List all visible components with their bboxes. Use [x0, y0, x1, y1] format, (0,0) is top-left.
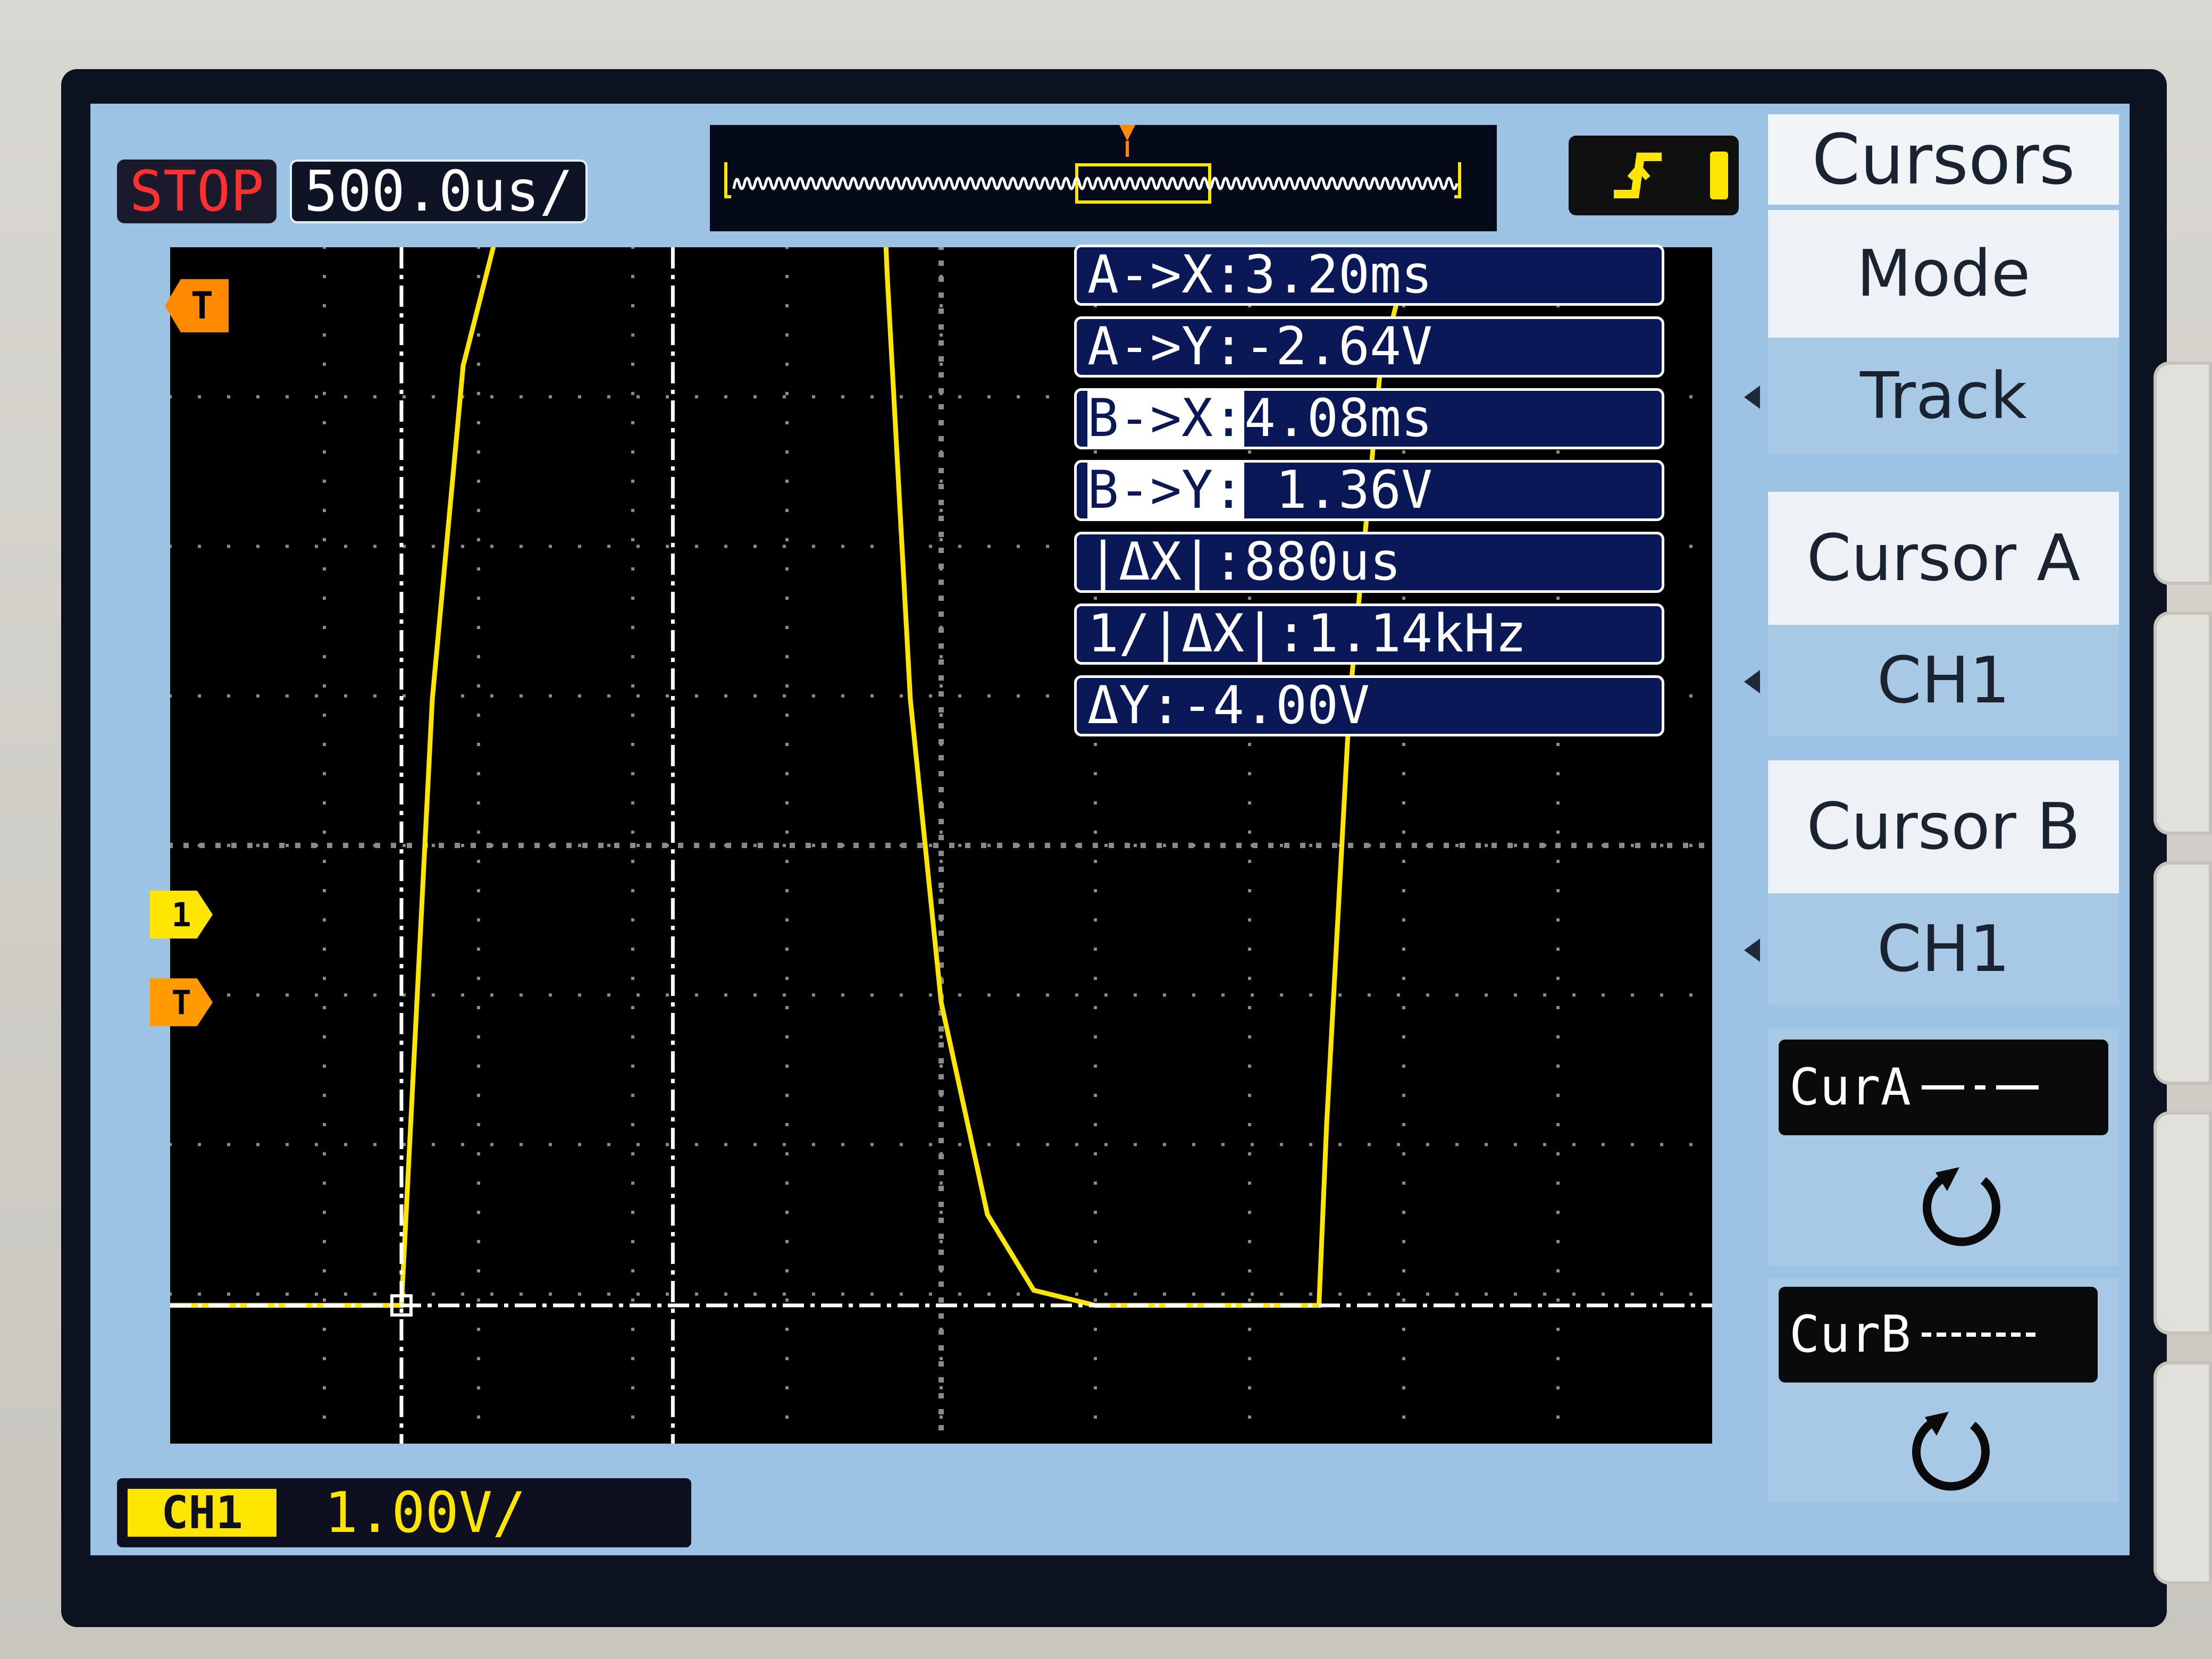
- cursor-measurements: A->X:3.20ms A->Y:-2.64V B->X:4.08ms B->Y: 1…: [1074, 245, 1664, 755]
- trigger-position-icon: [1119, 125, 1135, 141]
- trigger-status[interactable]: [1569, 136, 1739, 215]
- rotate-knob-icon-b: [1904, 1406, 1999, 1499]
- cursor-a-value[interactable]: CH1: [1768, 625, 2119, 736]
- mode-select-arrow-icon: [1744, 386, 1760, 409]
- measurement-row: |ΔX|:880us: [1074, 532, 1664, 593]
- timebase-readout: 500.0us/: [290, 159, 588, 224]
- mode-value[interactable]: Track: [1768, 338, 2119, 455]
- channel-scale-bar[interactable]: CH1 1.00V/: [117, 1478, 691, 1547]
- mode-label[interactable]: Mode: [1768, 210, 2119, 338]
- measurement-label: 1/|ΔX|:: [1087, 604, 1308, 664]
- measurement-value: -4.00V: [1182, 675, 1370, 736]
- measurement-row: A->Y:-2.64V: [1074, 316, 1664, 378]
- memory-waveform-preview: [724, 125, 1461, 204]
- cursor-a-label[interactable]: Cursor A: [1768, 492, 2119, 625]
- ch1-badge: CH1: [128, 1487, 276, 1539]
- measurement-row: B->X:4.08ms: [1074, 388, 1664, 449]
- menu-title: Cursors: [1768, 114, 2119, 205]
- cur-b-label: CurB: [1779, 1287, 2098, 1382]
- measurement-label: B->X:: [1087, 388, 1245, 449]
- measurement-label: B->Y:: [1087, 460, 1245, 521]
- memory-depth-bar: [710, 125, 1497, 231]
- cur-a-label: CurA: [1779, 1040, 2108, 1135]
- side-button-2[interactable]: [2154, 611, 2212, 835]
- measurement-row: A->X:3.20ms: [1074, 245, 1664, 306]
- measurement-label: |ΔX|:: [1087, 532, 1245, 592]
- side-button-3[interactable]: [2154, 861, 2212, 1085]
- cursor-b-label[interactable]: Cursor B: [1768, 760, 2119, 893]
- rotate-knob-icon: [1914, 1162, 2010, 1254]
- rising-edge-icon: [1614, 153, 1662, 198]
- cursor-b-value[interactable]: CH1: [1768, 893, 2119, 1005]
- measurement-row: 1/|ΔX|:1.14kHz: [1074, 604, 1664, 665]
- measurement-value: 1.14kHz: [1307, 604, 1527, 664]
- measurement-row: B->Y: 1.36V: [1074, 460, 1664, 521]
- measurement-label: A->X:: [1087, 245, 1245, 305]
- run-status[interactable]: STOP: [117, 159, 276, 224]
- measurement-value: 1.36V: [1244, 460, 1433, 521]
- softkey-menu: Cursors Mode Track Cursor A CH1 Cursor B…: [1739, 104, 2130, 1555]
- dotted-line-icon: [1921, 1333, 2039, 1337]
- measurement-value: 4.08ms: [1244, 388, 1433, 449]
- side-button-1[interactable]: [2154, 362, 2212, 585]
- volts-per-div: 1.00V/: [324, 1480, 526, 1545]
- dash-dot-line-icon: [1921, 1085, 2039, 1090]
- cursor-b-select-arrow-icon: [1744, 939, 1760, 962]
- measurement-row: ΔY:-4.00V: [1074, 675, 1664, 736]
- measurement-value: 880us: [1244, 532, 1402, 592]
- side-button-4[interactable]: [2154, 1111, 2212, 1335]
- measurement-value: 3.20ms: [1244, 245, 1433, 305]
- cursor-a-select-arrow-icon: [1744, 670, 1760, 693]
- measurement-label: ΔY:: [1087, 675, 1182, 736]
- oscilloscope-screen: STOP 500.0us/ T 1 T A->X:3.20ms A->Y:-2.6…: [90, 104, 2130, 1555]
- measurement-value: -2.64V: [1244, 316, 1433, 377]
- measurement-label: A->Y:: [1087, 316, 1245, 377]
- side-button-5[interactable]: [2154, 1361, 2212, 1585]
